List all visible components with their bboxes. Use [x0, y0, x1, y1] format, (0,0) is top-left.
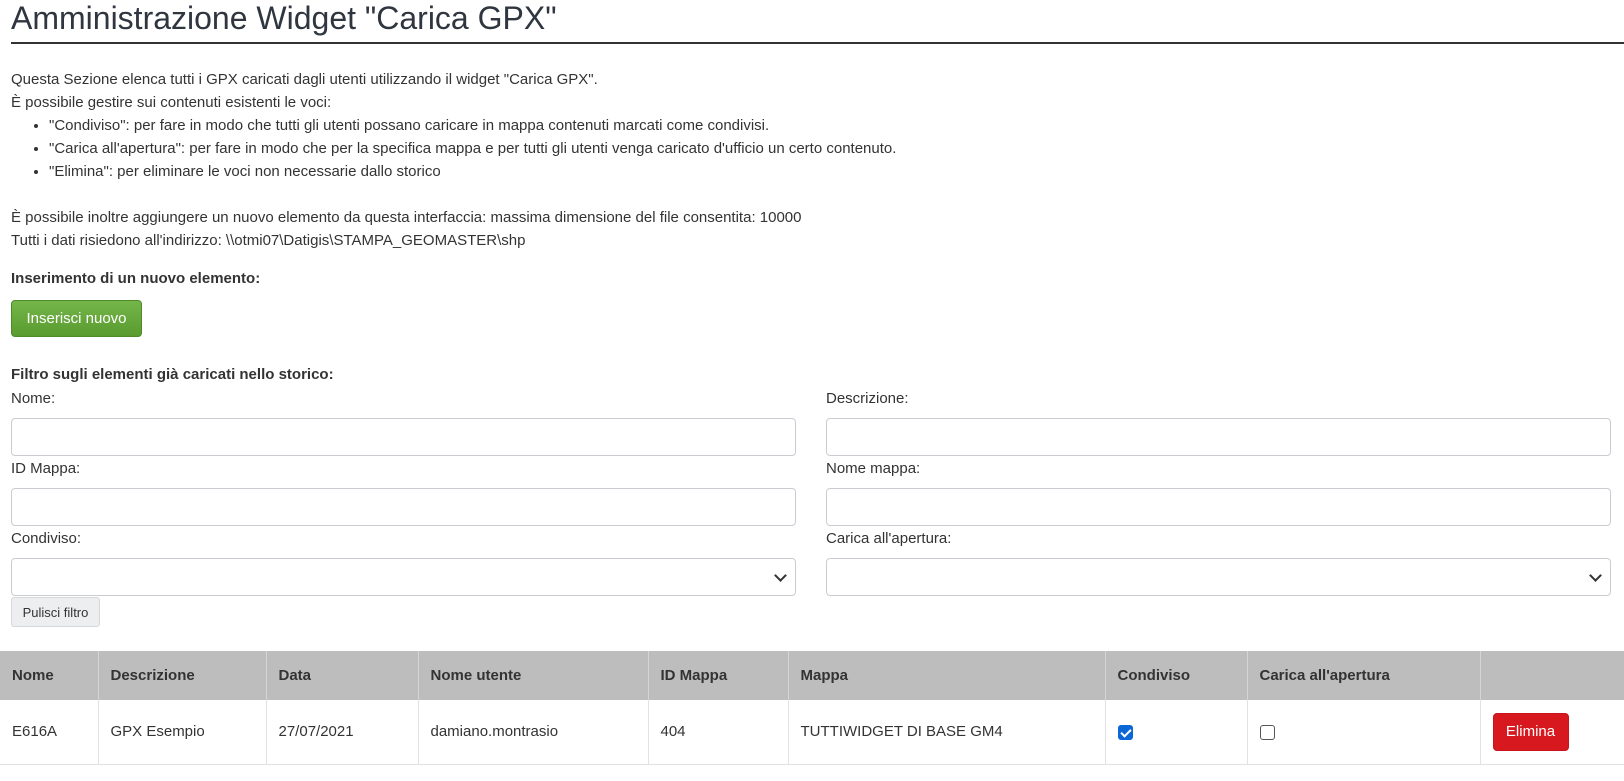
insert-section-label: Inserimento di un nuovo elemento: [11, 270, 261, 287]
id-mappa-input[interactable] [11, 488, 796, 526]
header-descrizione[interactable]: Descrizione [98, 651, 267, 700]
list-item: "Elimina": per eliminare le voci non nec… [49, 160, 896, 183]
cell-mappa: TUTTIWIDGET DI BASE GM4 [788, 700, 1106, 765]
descrizione-label: Descrizione: [826, 390, 909, 407]
condiviso-checkbox[interactable] [1117, 724, 1133, 740]
table-header-row: Nome Descrizione Data Nome utente ID Map… [0, 651, 1624, 700]
page-title: Amministrazione Widget "Carica GPX" [11, 0, 1624, 44]
carica-label: Carica all'apertura: [826, 530, 952, 547]
chevron-down-icon [1589, 569, 1602, 582]
condiviso-label: Condiviso: [11, 530, 82, 547]
header-nome-utente[interactable]: Nome utente [418, 651, 649, 700]
gpx-table: Nome Descrizione Data Nome utente ID Map… [0, 651, 1624, 765]
path-info-text: Tutti i dati risiedono all'indirizzo: \\… [11, 232, 526, 249]
header-id-mappa[interactable]: ID Mappa [648, 651, 789, 700]
carica-checkbox[interactable] [1259, 724, 1275, 740]
header-condiviso[interactable]: Condiviso [1105, 651, 1248, 700]
cell-actions: Elimina [1480, 700, 1624, 765]
insert-new-button[interactable]: Inserisci nuovo [11, 300, 142, 337]
intro-text: Questa Sezione elenca tutti i GPX carica… [11, 71, 598, 88]
options-list: "Condiviso": per fare in modo che tutti … [11, 114, 896, 183]
nome-label: Nome: [11, 390, 56, 407]
id-mappa-label: ID Mappa: [11, 460, 81, 477]
cell-descrizione: GPX Esempio [98, 700, 267, 765]
add-info-text: È possibile inoltre aggiungere un nuovo … [11, 209, 802, 226]
table-row: E616A GPX Esempio 27/07/2021 damiano.mon… [0, 700, 1624, 765]
filter-section-label: Filtro sugli elementi già caricati nello… [11, 366, 334, 383]
nome-input[interactable] [11, 418, 796, 456]
cell-carica [1247, 700, 1481, 765]
header-carica[interactable]: Carica all'apertura [1247, 651, 1481, 700]
cell-utente: damiano.montrasio [418, 700, 649, 765]
cell-data: 27/07/2021 [266, 700, 419, 765]
nome-mappa-input[interactable] [826, 488, 1611, 526]
cell-nome: E616A [0, 700, 99, 765]
header-nome[interactable]: Nome [0, 651, 99, 700]
list-item: "Carica all'apertura": per fare in modo … [49, 137, 896, 160]
list-item: "Condiviso": per fare in modo che tutti … [49, 114, 896, 137]
nome-mappa-label: Nome mappa: [826, 460, 921, 477]
header-mappa[interactable]: Mappa [788, 651, 1106, 700]
condiviso-select[interactable] [11, 558, 796, 596]
chevron-down-icon [774, 569, 787, 582]
header-actions [1480, 651, 1624, 700]
intro-section: Questa Sezione elenca tutti i GPX carica… [11, 68, 896, 183]
descrizione-input[interactable] [826, 418, 1611, 456]
info-section: È possibile inoltre aggiungere un nuovo … [11, 206, 802, 252]
manage-text: È possibile gestire sui contenuti esiste… [11, 94, 332, 111]
carica-select[interactable] [826, 558, 1611, 596]
cell-condiviso [1105, 700, 1248, 765]
delete-button[interactable]: Elimina [1492, 712, 1569, 751]
clear-filter-button[interactable]: Pulisci filtro [11, 597, 100, 627]
cell-id-mappa: 404 [648, 700, 789, 765]
header-data[interactable]: Data [266, 651, 419, 700]
